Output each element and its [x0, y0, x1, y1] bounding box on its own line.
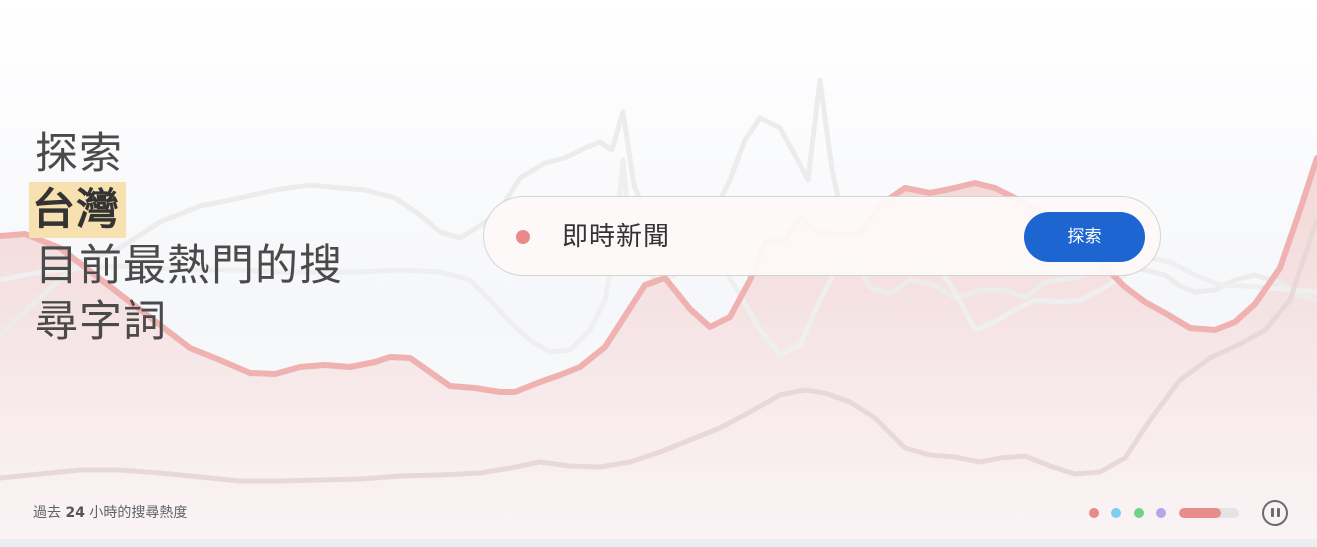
caption-prefix: 過去	[33, 505, 61, 521]
trends-hero: 探索 台灣 目前最熱門的搜 尋字詞 即時新聞 探索 過去 24 小時的搜尋熱度	[0, 0, 1317, 540]
carousel-progress[interactable]	[1179, 508, 1239, 518]
trending-search-pill[interactable]: 即時新聞 探索	[483, 196, 1161, 276]
caption-hours: 24	[65, 505, 85, 521]
region-highlight[interactable]: 台灣	[29, 182, 126, 238]
time-range-caption: 過去 24 小時的搜尋熱度	[33, 503, 187, 523]
page-bottom-strip	[0, 539, 1317, 547]
trend-color-dot	[516, 230, 530, 244]
caption-suffix: 小時的搜尋熱度	[89, 505, 188, 521]
headline-line-trending: 目前最熱門的搜	[35, 241, 343, 291]
hero-headline: 探索 台灣 目前最熱門的搜 尋字詞	[29, 126, 343, 350]
carousel-dot-2[interactable]	[1111, 508, 1121, 518]
carousel-progress-fill	[1179, 508, 1221, 518]
pause-icon	[1271, 508, 1274, 517]
carousel-dot-1[interactable]	[1089, 508, 1099, 518]
headline-line-explore: 探索	[35, 129, 123, 179]
trending-term[interactable]: 即時新聞	[562, 218, 670, 256]
pause-button[interactable]	[1262, 500, 1288, 526]
carousel-dot-4[interactable]	[1156, 508, 1166, 518]
headline-line-terms: 尋字詞	[35, 297, 167, 347]
pause-icon-bar	[1277, 508, 1280, 517]
carousel-dot-3[interactable]	[1134, 508, 1144, 518]
explore-button[interactable]: 探索	[1024, 212, 1145, 262]
